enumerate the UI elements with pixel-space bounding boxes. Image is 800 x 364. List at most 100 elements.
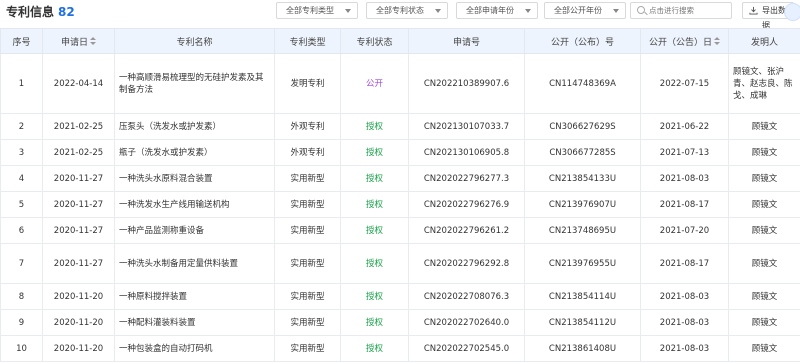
cell-name[interactable]: 一种高顺滑易梳理型的无硅护发素及其制备方法 <box>114 53 275 114</box>
cell-index: 6 <box>0 217 43 244</box>
cell-type: 实用新型 <box>274 217 341 244</box>
cell-type: 外观专利 <box>274 113 341 140</box>
cell-app-no: CN202130106905.8 <box>408 139 525 166</box>
cell-name[interactable]: 一种洗发水生产线用输送机构 <box>114 191 275 218</box>
cell-app-no: CN202210389907.6 <box>408 53 525 114</box>
cell-inventor[interactable]: 顾镜文 <box>728 243 800 284</box>
cell-pub-no: CN213854133U <box>524 165 641 192</box>
cell-inventor[interactable]: 顾镜文 <box>728 335 800 362</box>
section-title: 专利信息 82 <box>6 3 75 20</box>
table-row: 5 2020-11-27 一种洗发水生产线用输送机构 实用新型 授权 CN20202279… <box>0 191 800 218</box>
cell-index: 3 <box>0 139 43 166</box>
cell-inventor[interactable]: 顾镜文 <box>728 191 800 218</box>
search-box[interactable] <box>630 2 732 19</box>
download-icon <box>749 6 758 15</box>
cell-pub-no: CN213854114U <box>524 283 641 310</box>
cell-type: 实用新型 <box>274 243 341 284</box>
cell-apply-date: 2020-11-27 <box>42 217 115 244</box>
table-row: 2 2021-02-25 压泵头（洗发水或护发素） 外观专利 授权 CN202130107… <box>0 113 800 140</box>
cell-pub-no: CN306677285S <box>524 139 641 166</box>
chevron-down-icon <box>613 9 619 13</box>
col-header-pub-date[interactable]: 公开（公告）日 <box>640 28 729 54</box>
cell-index: 8 <box>0 283 43 310</box>
patent-count: 82 <box>58 5 75 19</box>
cell-inventor[interactable]: 顾镜文 <box>728 309 800 336</box>
cell-apply-date: 2020-11-27 <box>42 243 115 284</box>
cell-status: 授权 <box>340 165 409 192</box>
cell-apply-date: 2021-02-25 <box>42 139 115 166</box>
filter-publish-year-label: 全部公开年份 <box>554 6 602 15</box>
filter-patent-type-label: 全部专利类型 <box>286 6 334 15</box>
cell-type: 实用新型 <box>274 165 341 192</box>
cell-name[interactable]: 一种原料搅拌装置 <box>114 283 275 310</box>
cell-name[interactable]: 一种产品监测称重设备 <box>114 217 275 244</box>
table-row: 6 2020-11-27 一种产品监测称重设备 实用新型 授权 CN20202279626… <box>0 217 800 244</box>
cell-status: 授权 <box>340 191 409 218</box>
cell-pub-date: 2021-06-22 <box>640 113 729 140</box>
cell-pub-no: CN213976955U <box>524 243 641 284</box>
filter-apply-year-label: 全部申请年份 <box>466 6 514 15</box>
cell-apply-date: 2021-02-25 <box>42 113 115 140</box>
filter-apply-year[interactable]: 全部申请年份 <box>456 2 538 19</box>
table-header-row: 序号 申请日 专利名称 专利类型 专利状态 申请号 公开（公布）号 公开（公告）… <box>0 28 800 54</box>
sort-icon[interactable] <box>90 36 96 46</box>
patent-table: 序号 申请日 专利名称 专利类型 专利状态 申请号 公开（公布）号 公开（公告）… <box>0 28 800 362</box>
cell-status: 授权 <box>340 243 409 284</box>
cell-name[interactable]: 一种洗头水原料混合装置 <box>114 165 275 192</box>
cell-inventor[interactable]: 顾镜文、张沪青、赵志良、陈戈、成琳 <box>728 53 800 114</box>
search-input[interactable] <box>649 4 729 17</box>
cell-pub-date: 2021-07-20 <box>640 217 729 244</box>
cell-index: 2 <box>0 113 43 140</box>
filter-patent-status[interactable]: 全部专利状态 <box>366 2 448 19</box>
cell-pub-no: CN306627629S <box>524 113 641 140</box>
cell-inventor[interactable]: 顾镜文 <box>728 165 800 192</box>
cell-name[interactable]: 一种洗头水制备用定量供料装置 <box>114 243 275 284</box>
filter-patent-type[interactable]: 全部专利类型 <box>276 2 358 19</box>
cell-inventor[interactable]: 顾镜文 <box>728 113 800 140</box>
cell-type: 发明专利 <box>274 53 341 114</box>
cell-name[interactable]: 一种包装盒的自动打码机 <box>114 335 275 362</box>
cell-status: 授权 <box>340 309 409 336</box>
cell-name[interactable]: 瓶子（洗发水或护发素） <box>114 139 275 166</box>
col-header-apply-date-label: 申请日 <box>60 37 88 48</box>
cell-pub-date: 2021-07-13 <box>640 139 729 166</box>
cell-index: 5 <box>0 191 43 218</box>
cell-app-no: CN202022796261.2 <box>408 217 525 244</box>
cell-apply-date: 2020-11-20 <box>42 283 115 310</box>
chevron-down-icon <box>525 9 531 13</box>
cell-inventor[interactable]: 顾镜文 <box>728 139 800 166</box>
cell-status: 授权 <box>340 283 409 310</box>
table-row: 9 2020-11-20 一种配料灌装料装置 实用新型 授权 CN202022702640… <box>0 309 800 336</box>
sort-icon[interactable] <box>714 36 720 46</box>
cell-apply-date: 2020-11-20 <box>42 335 115 362</box>
cell-pub-no: CN213748695U <box>524 217 641 244</box>
filter-publish-year[interactable]: 全部公开年份 <box>544 2 626 19</box>
cell-status: 授权 <box>340 139 409 166</box>
col-header-pub-date-label: 公开（公告）日 <box>648 37 712 48</box>
cell-app-no: CN202022796292.8 <box>408 243 525 284</box>
table-row: 3 2021-02-25 瓶子（洗发水或护发素） 外观专利 授权 CN2021301069… <box>0 139 800 166</box>
col-header-index: 序号 <box>0 28 43 54</box>
table-row: 1 2022-04-14 一种高顺滑易梳理型的无硅护发素及其制备方法 发明专利 公开 CN… <box>0 53 800 114</box>
table-row: 4 2020-11-27 一种洗头水原料混合装置 实用新型 授权 CN2020227962… <box>0 165 800 192</box>
cell-pub-date: 2022-07-15 <box>640 53 729 114</box>
cell-app-no: CN202022708076.3 <box>408 283 525 310</box>
cell-type: 实用新型 <box>274 283 341 310</box>
chevron-down-icon <box>435 9 441 13</box>
cell-inventor[interactable]: 顾镜文 <box>728 283 800 310</box>
cell-index: 9 <box>0 309 43 336</box>
cell-inventor[interactable]: 顾镜文 <box>728 217 800 244</box>
floating-action-button[interactable] <box>784 3 800 21</box>
col-header-name: 专利名称 <box>114 28 275 54</box>
col-header-apply-date[interactable]: 申请日 <box>42 28 115 54</box>
cell-status: 授权 <box>340 217 409 244</box>
cell-index: 1 <box>0 53 43 114</box>
cell-name[interactable]: 压泵头（洗发水或护发素） <box>114 113 275 140</box>
cell-pub-no: CN114748369A <box>524 53 641 114</box>
cell-name[interactable]: 一种配料灌装料装置 <box>114 309 275 336</box>
search-icon <box>637 6 645 14</box>
col-header-inventor: 发明人 <box>728 28 800 54</box>
chevron-down-icon <box>345 9 351 13</box>
table-row: 10 2020-11-20 一种包装盒的自动打码机 实用新型 授权 CN202022702… <box>0 335 800 362</box>
col-header-pub-no: 公开（公布）号 <box>524 28 641 54</box>
